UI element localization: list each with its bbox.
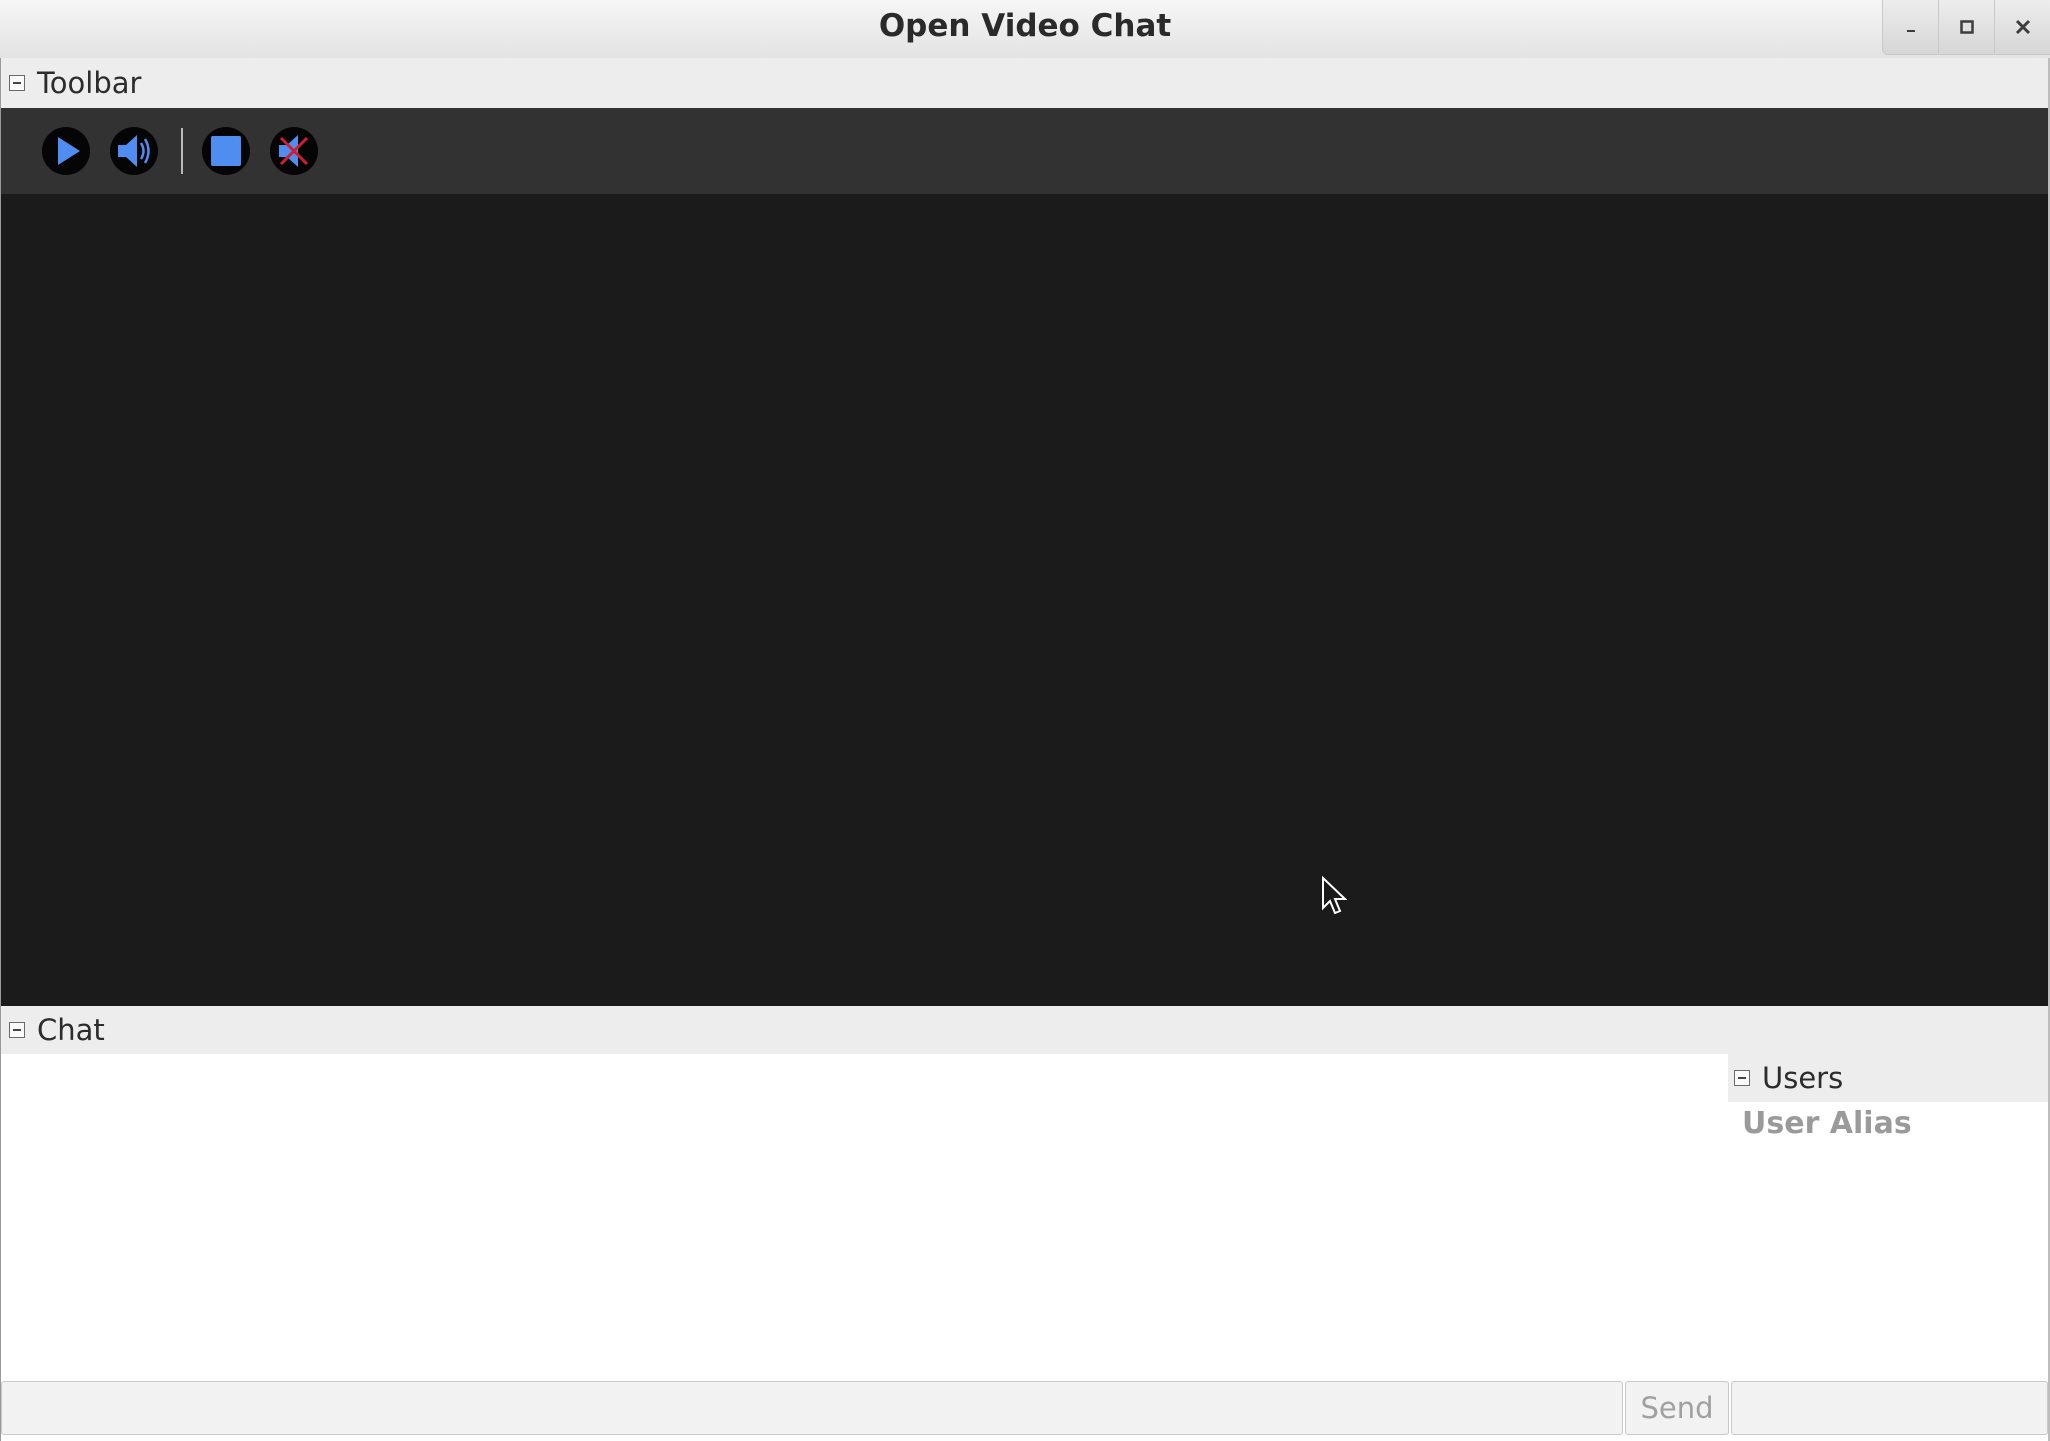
send-button[interactable]: Send xyxy=(1625,1381,1729,1435)
video-display[interactable] xyxy=(1,194,2048,1006)
toolbar xyxy=(1,108,2048,194)
toolbar-section-header[interactable]: Toolbar xyxy=(1,58,2048,108)
toolbar-header-label: Toolbar xyxy=(37,66,142,100)
maximize-icon xyxy=(1959,20,1974,34)
users-panel xyxy=(1728,1054,2050,1379)
stop-icon[interactable] xyxy=(201,126,251,176)
close-button[interactable] xyxy=(1995,0,2050,54)
mouse-cursor-icon xyxy=(1322,876,1347,915)
user-list-item[interactable]: User Alias xyxy=(1742,1106,1912,1141)
chat-log[interactable] xyxy=(1,1054,1728,1379)
window-title: Open Video Chat xyxy=(878,8,1172,44)
mute-icon[interactable] xyxy=(269,126,319,176)
collapse-icon[interactable] xyxy=(9,1022,25,1038)
collapse-icon[interactable] xyxy=(1734,1070,1750,1086)
toolbar-separator xyxy=(181,128,183,174)
window-controls xyxy=(1882,0,2050,55)
chat-message-input[interactable] xyxy=(1,1381,1623,1435)
chat-header-label: Chat xyxy=(37,1013,105,1047)
close-icon xyxy=(2015,19,2030,35)
window-border-left xyxy=(0,58,1,1441)
users-header-label: Users xyxy=(1762,1061,1844,1095)
user-alias-input[interactable] xyxy=(1731,1381,2048,1435)
users-section-header[interactable]: Users xyxy=(1728,1054,2048,1102)
minimize-icon xyxy=(1906,30,1915,32)
app-window: Open Video Chat Toolbar Chat Users User … xyxy=(0,0,2050,1441)
volume-icon[interactable] xyxy=(109,126,159,176)
title-bar[interactable]: Open Video Chat xyxy=(0,0,2050,58)
chat-section-header[interactable]: Chat xyxy=(1,1006,2048,1054)
collapse-icon[interactable] xyxy=(9,75,25,91)
minimize-button[interactable] xyxy=(1883,0,1939,54)
maximize-button[interactable] xyxy=(1939,0,1995,54)
play-icon[interactable] xyxy=(41,126,91,176)
